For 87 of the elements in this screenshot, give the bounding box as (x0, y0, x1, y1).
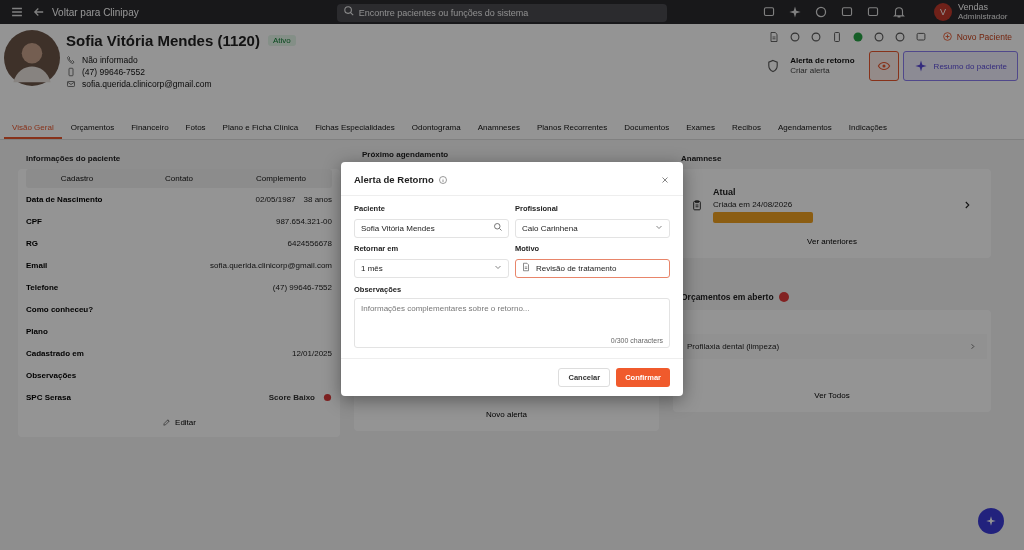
phone-note: Não informado (82, 55, 138, 65)
search-icon (342, 5, 355, 17)
clipboard-icon (691, 199, 703, 211)
input-field[interactable]: Sofia Vitória Mendes (354, 219, 509, 238)
patient-avatar (4, 30, 60, 86)
search-icon (493, 221, 503, 232)
field-value: 6424556678 (287, 238, 332, 248)
card-title: Orçamentos em aberto (681, 292, 774, 302)
field-label: Data de Nascimento (26, 194, 103, 204)
return-alert-title: Alerta de retorno (790, 55, 855, 66)
field-label: RG (26, 238, 38, 248)
patient-summary-button[interactable]: Resumo do paciente (902, 51, 1018, 81)
see-all-button[interactable]: Ver Todos (806, 383, 858, 408)
field-label: Plano (26, 326, 48, 336)
field-label: Como conheceu? (26, 304, 94, 314)
sparkle-icon[interactable] (788, 5, 802, 19)
count-badge (778, 292, 789, 302)
tab[interactable]: Agendamentos (770, 120, 840, 139)
field-value: 12/01/2025 (291, 348, 332, 358)
field-label: CPF (26, 216, 42, 226)
age-text: 38 anos (303, 194, 332, 204)
score-text: Score Baixo (268, 392, 315, 402)
dialog-title: Alerta de Retorno (354, 174, 434, 185)
return-alert-subtitle: Criar alerta (790, 66, 830, 77)
user-role: Administrador (958, 12, 1008, 22)
pencil-icon (162, 418, 172, 427)
select-field[interactable]: Caio Carinhena (515, 219, 670, 238)
card-title: Próximo agendamento (362, 150, 450, 159)
field-value: sofia.querida.clinicorp@gmail.com (210, 260, 332, 270)
shield-icon (766, 59, 781, 73)
select-field[interactable]: 1 mês (354, 259, 509, 278)
tab[interactable]: Indicações (840, 120, 896, 139)
assistant-button[interactable] (978, 508, 1004, 534)
field-label: Email (26, 260, 48, 270)
user-name: Vendas (958, 2, 990, 13)
field-label: SPC Serasa (26, 392, 71, 402)
tab[interactable]: Fichas Especialidades (307, 120, 403, 139)
tab[interactable]: Anamneses (469, 120, 528, 139)
tab[interactable]: Exames (678, 120, 724, 139)
tab[interactable]: Documentos (616, 120, 678, 139)
email-text: sofia.querida.clinicorp@gmail.com (82, 79, 212, 89)
back-link[interactable]: Voltar para Clinipay (32, 5, 139, 19)
anamnesis-date: Criada em 24/08/2026 (713, 200, 794, 209)
card-title: Anamnese (681, 154, 723, 163)
anamnesis-item[interactable]: Atual Criada em 24/08/2026 (681, 181, 983, 229)
status-badge: Ativo (267, 35, 296, 46)
document-icon (521, 261, 531, 272)
tab[interactable]: Odontograma (403, 120, 469, 139)
card-title: Informações do paciente (26, 154, 122, 163)
edit-button[interactable]: Editar (156, 412, 202, 433)
anamnesis-title: Atual (713, 187, 737, 197)
eye-icon (876, 59, 891, 73)
tab[interactable]: Financeiro (123, 120, 177, 139)
field-value: (47) 99646-7552 (272, 282, 332, 292)
tab[interactable]: Planos Recorrentes (529, 120, 616, 139)
tab[interactable]: Fotos (177, 120, 214, 139)
info-icon[interactable] (437, 174, 448, 185)
tab[interactable]: Recibos (724, 120, 769, 139)
field-value: 987.654.321-00 (275, 216, 332, 226)
tab[interactable]: Orçamentos (62, 120, 123, 139)
mail-icon (66, 79, 76, 89)
subtab[interactable]: Complemento (230, 169, 332, 188)
field-label: Cadastrado em (26, 348, 84, 358)
tab[interactable]: Plano e Ficha Clínica (214, 120, 307, 139)
patient-name: Sofia Vitória Mendes (1120) (66, 32, 260, 49)
sparkle-icon (985, 515, 997, 527)
menu-icon[interactable] (10, 5, 24, 19)
subtab[interactable]: Contato (128, 169, 230, 188)
new-alert-button[interactable]: Novo alerta (478, 402, 535, 427)
back-arrow-icon (32, 5, 46, 19)
close-icon[interactable] (660, 174, 670, 185)
see-previous-button[interactable]: Ver anteriores (799, 229, 865, 254)
plus-icon (941, 31, 953, 42)
search-field[interactable]: Encontre pacientes ou funções do sistema (336, 4, 667, 22)
budget-name: Profilaxia dental (limpeza) (687, 342, 780, 351)
bell-icon[interactable] (892, 5, 906, 19)
chevron-right-icon (968, 342, 977, 351)
field-label: Observações (26, 370, 77, 380)
field-label: Telefone (26, 282, 59, 292)
view-button[interactable] (868, 51, 899, 81)
user-avatar[interactable]: V (934, 3, 952, 21)
input-field[interactable]: Revisão de tratamento (515, 259, 670, 278)
phone-number: (47) 99646-7552 (82, 67, 145, 77)
subtab[interactable]: Cadastro (26, 169, 128, 188)
mobile-icon (66, 67, 76, 77)
phone-icon (66, 55, 76, 65)
field-value: 02/05/1987 (255, 194, 296, 204)
